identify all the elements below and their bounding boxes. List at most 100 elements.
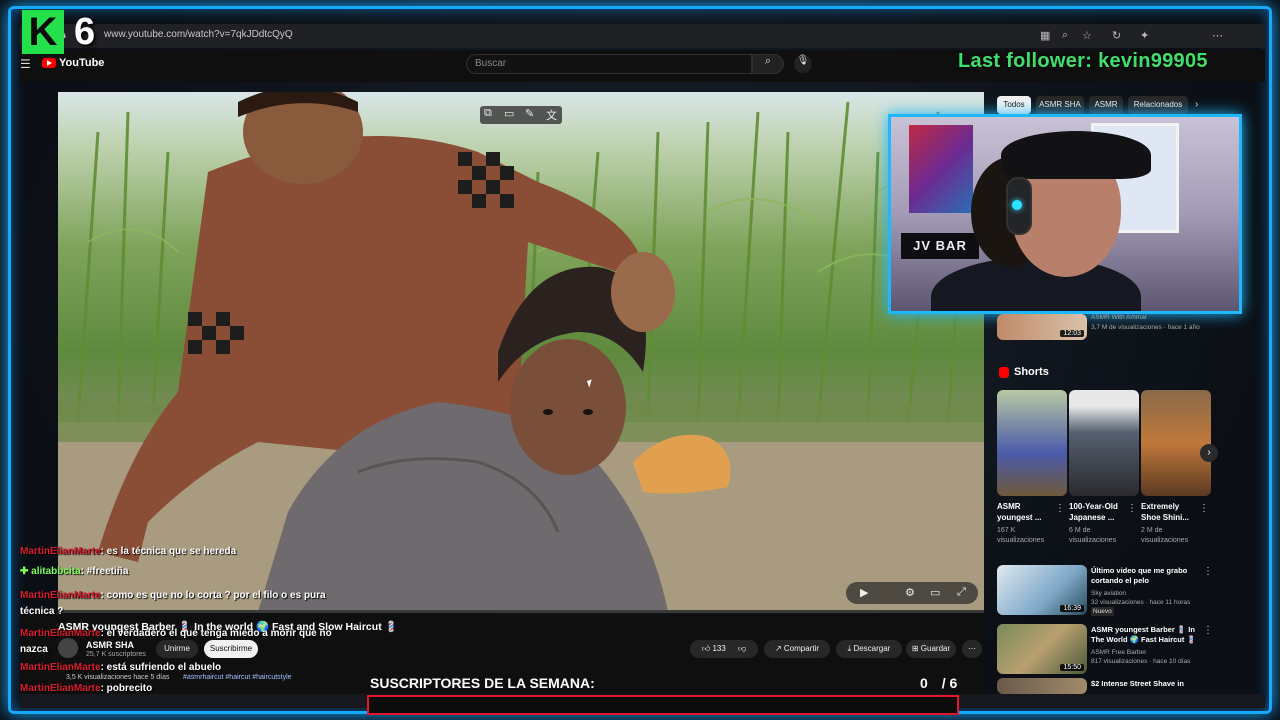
save-label: Guardar (920, 644, 951, 653)
duration-badge: 15:50 (1060, 664, 1084, 671)
chat-username: MartinElianMarte (20, 546, 101, 557)
short-more-icon[interactable]: ⋮ (1055, 503, 1065, 514)
search-button[interactable]: ⌕ (752, 54, 784, 74)
sidebar-channel-1[interactable]: Sky aviation (1091, 589, 1126, 598)
sidebar-title-1[interactable]: Último video que me grabo cortando el pe… (1091, 566, 1201, 586)
short-views-1: 167 K visualizaciones (997, 527, 1045, 544)
short-views-2: 6 M de visualizaciones (1069, 527, 1117, 544)
shorts-next-button[interactable]: › (1200, 444, 1218, 462)
youtube-logo[interactable]: YouTube (42, 57, 104, 69)
sidebar-thumb-1[interactable]: 16:39 (997, 565, 1087, 615)
chip-asmr[interactable]: ASMR (1089, 96, 1123, 114)
thumbs-down-icon[interactable]: 👎︎ (738, 644, 746, 653)
translate-icon[interactable]: 文 (546, 107, 557, 123)
chips-next-icon[interactable]: › (1195, 99, 1198, 110)
sidebar-thumb-top[interactable]: 12:03 (997, 314, 1087, 340)
search-icon: ⌕ (764, 55, 772, 67)
menu-dots-icon[interactable]: ⋯ (1212, 29, 1223, 42)
bookmark-star-icon[interactable]: ☆ (1082, 29, 1092, 42)
bookmark-icon: ⊞ (911, 644, 919, 653)
sub-goal-count: 0 / 6 (920, 675, 957, 691)
streamer-cap (1001, 131, 1151, 179)
sidebar-more-icon[interactable]: ⋮ (1203, 566, 1213, 577)
sidebar-meta-1: 32 visualizaciones · hace 11 horas (1091, 599, 1191, 606)
sub-goal-current: 0 (920, 675, 928, 691)
more-actions-button[interactable]: ⋯ (962, 640, 982, 658)
webcam-overlay: JV BAR (888, 114, 1242, 314)
sub-goal-label: SUSCRIPTORES DE LA SEMANA: (370, 675, 595, 691)
sidebar-thumb-2[interactable]: 15:50 (997, 624, 1087, 674)
theater-icon[interactable]: ▭ (504, 107, 514, 120)
logo-number: 6 (74, 10, 96, 53)
chip-asmr-sha[interactable]: ASMR SHA (1036, 96, 1084, 114)
fullscreen-icon[interactable]: ⤢ (957, 586, 966, 599)
search-input[interactable]: Buscar (466, 54, 752, 74)
short-thumb-1[interactable] (997, 390, 1067, 496)
autoplay-icon[interactable]: ▶ (860, 586, 868, 599)
duration-badge: 16:39 (1060, 605, 1084, 612)
extension-icon[interactable]: ▦ (1040, 29, 1050, 42)
theater-mode-icon[interactable]: ▭ (930, 586, 940, 599)
chat-username: MartinElianMarte (20, 683, 101, 694)
short-thumb-2[interactable] (1069, 390, 1139, 496)
short-title-3[interactable]: Extremely Shoe Shini... (1141, 501, 1197, 523)
last-follower-overlay: Last follower: kevin99905 (958, 50, 1208, 72)
chat-message: MartinElianMarte: pobrecito (20, 683, 152, 694)
chat-text: : está sufriendo el abuelo (100, 662, 222, 673)
short-more-icon[interactable]: ⋮ (1127, 503, 1137, 514)
channel-logo: K 6 (22, 10, 95, 54)
sidebar-more-icon[interactable]: ⋮ (1203, 625, 1213, 636)
short-title-2[interactable]: 100-Year-Old Japanese ... (1069, 501, 1127, 523)
chat-username: MartinElianMarte (20, 662, 101, 673)
chat-text: : es la técnica que se hereda (100, 546, 237, 557)
chat-message: ✚ alitabbcita: #freetiña (20, 566, 128, 577)
download-button[interactable]: ⤓ Descargar (836, 640, 902, 658)
download-label: Descargar (853, 644, 891, 653)
short-more-icon[interactable]: ⋮ (1199, 503, 1209, 514)
hamburger-menu-icon[interactable]: ☰ (20, 57, 31, 71)
chip-all[interactable]: Todos (997, 96, 1031, 114)
share-label: Compartir (783, 644, 820, 653)
short-thumb-3[interactable] (1141, 390, 1211, 496)
stream-layout: 🔒︎ www.youtube.com/watch?v=7qkJDdtcQyQ ▦… (0, 0, 1280, 720)
save-button[interactable]: ⊞ Guardar (906, 640, 956, 658)
more-dots-icon: ⋯ (968, 644, 976, 653)
voice-search-button[interactable]: 🎙︎ (794, 55, 812, 73)
chat-username: MartinElianMarte (20, 590, 101, 601)
wall-poster (909, 125, 973, 213)
sidebar-thumb-3[interactable] (997, 678, 1087, 694)
like-button[interactable]: 👍︎ 133 👎︎ (690, 640, 758, 658)
sidebar-title-2[interactable]: ASMR youngest Barber 💈 In The World 🌍 Fa… (1091, 625, 1201, 645)
sub-goal-progress-bar (367, 695, 959, 715)
share-button[interactable]: ↗ Compartir (764, 640, 830, 658)
chat-text: : pobrecito (100, 683, 153, 694)
video-player[interactable] (58, 92, 984, 612)
zoom-icon[interactable]: ⌕ (1062, 29, 1068, 42)
shorts-heading: Shorts (1014, 366, 1049, 378)
puzzle-icon[interactable]: ✦ (1140, 29, 1149, 42)
chat-message: MartinElianMarte: como es que no lo cort… (20, 588, 360, 620)
chat-message: MartinElianMarte: el verdadero el que te… (20, 626, 360, 658)
chat-username: MartinElianMarte (20, 628, 101, 639)
logo-letter: K (22, 10, 64, 54)
youtube-logo-text: YouTube (59, 57, 105, 69)
chip-related[interactable]: Relacionados (1128, 96, 1188, 114)
short-title-1[interactable]: ASMR youngest ... (997, 501, 1053, 523)
refresh-icon[interactable]: ↻ (1112, 29, 1121, 42)
clip-icon[interactable]: ✎ (525, 107, 534, 120)
sidebar-title-3[interactable]: $2 Intense Street Shave in (1091, 679, 1211, 689)
video-hashtags[interactable]: #asmrhaircut #haircut #haircutstyle (183, 674, 292, 681)
chat-message: MartinElianMarte: es la técnica que se h… (20, 546, 236, 557)
new-badge: Nuevo (1091, 607, 1114, 616)
chat-username: alitabbcita (31, 566, 81, 577)
miniplayer-icon[interactable]: ⧉ (484, 107, 492, 120)
share-icon: ↗ (774, 644, 782, 653)
settings-gear-icon[interactable]: ⚙ (905, 586, 915, 599)
like-count: 133 (712, 644, 726, 653)
sub-badge-icon: ✚ (20, 566, 32, 577)
chat-message: MartinElianMarte: está sufriendo el abue… (20, 662, 221, 673)
sidebar-top-channel: ASMR With Ammar (1091, 314, 1147, 321)
video-frame-illustration (58, 92, 984, 612)
url-text[interactable]: www.youtube.com/watch?v=7qkJDdtcQyQ (104, 29, 293, 40)
sidebar-channel-2[interactable]: ASMR Free Barber (1091, 648, 1146, 657)
